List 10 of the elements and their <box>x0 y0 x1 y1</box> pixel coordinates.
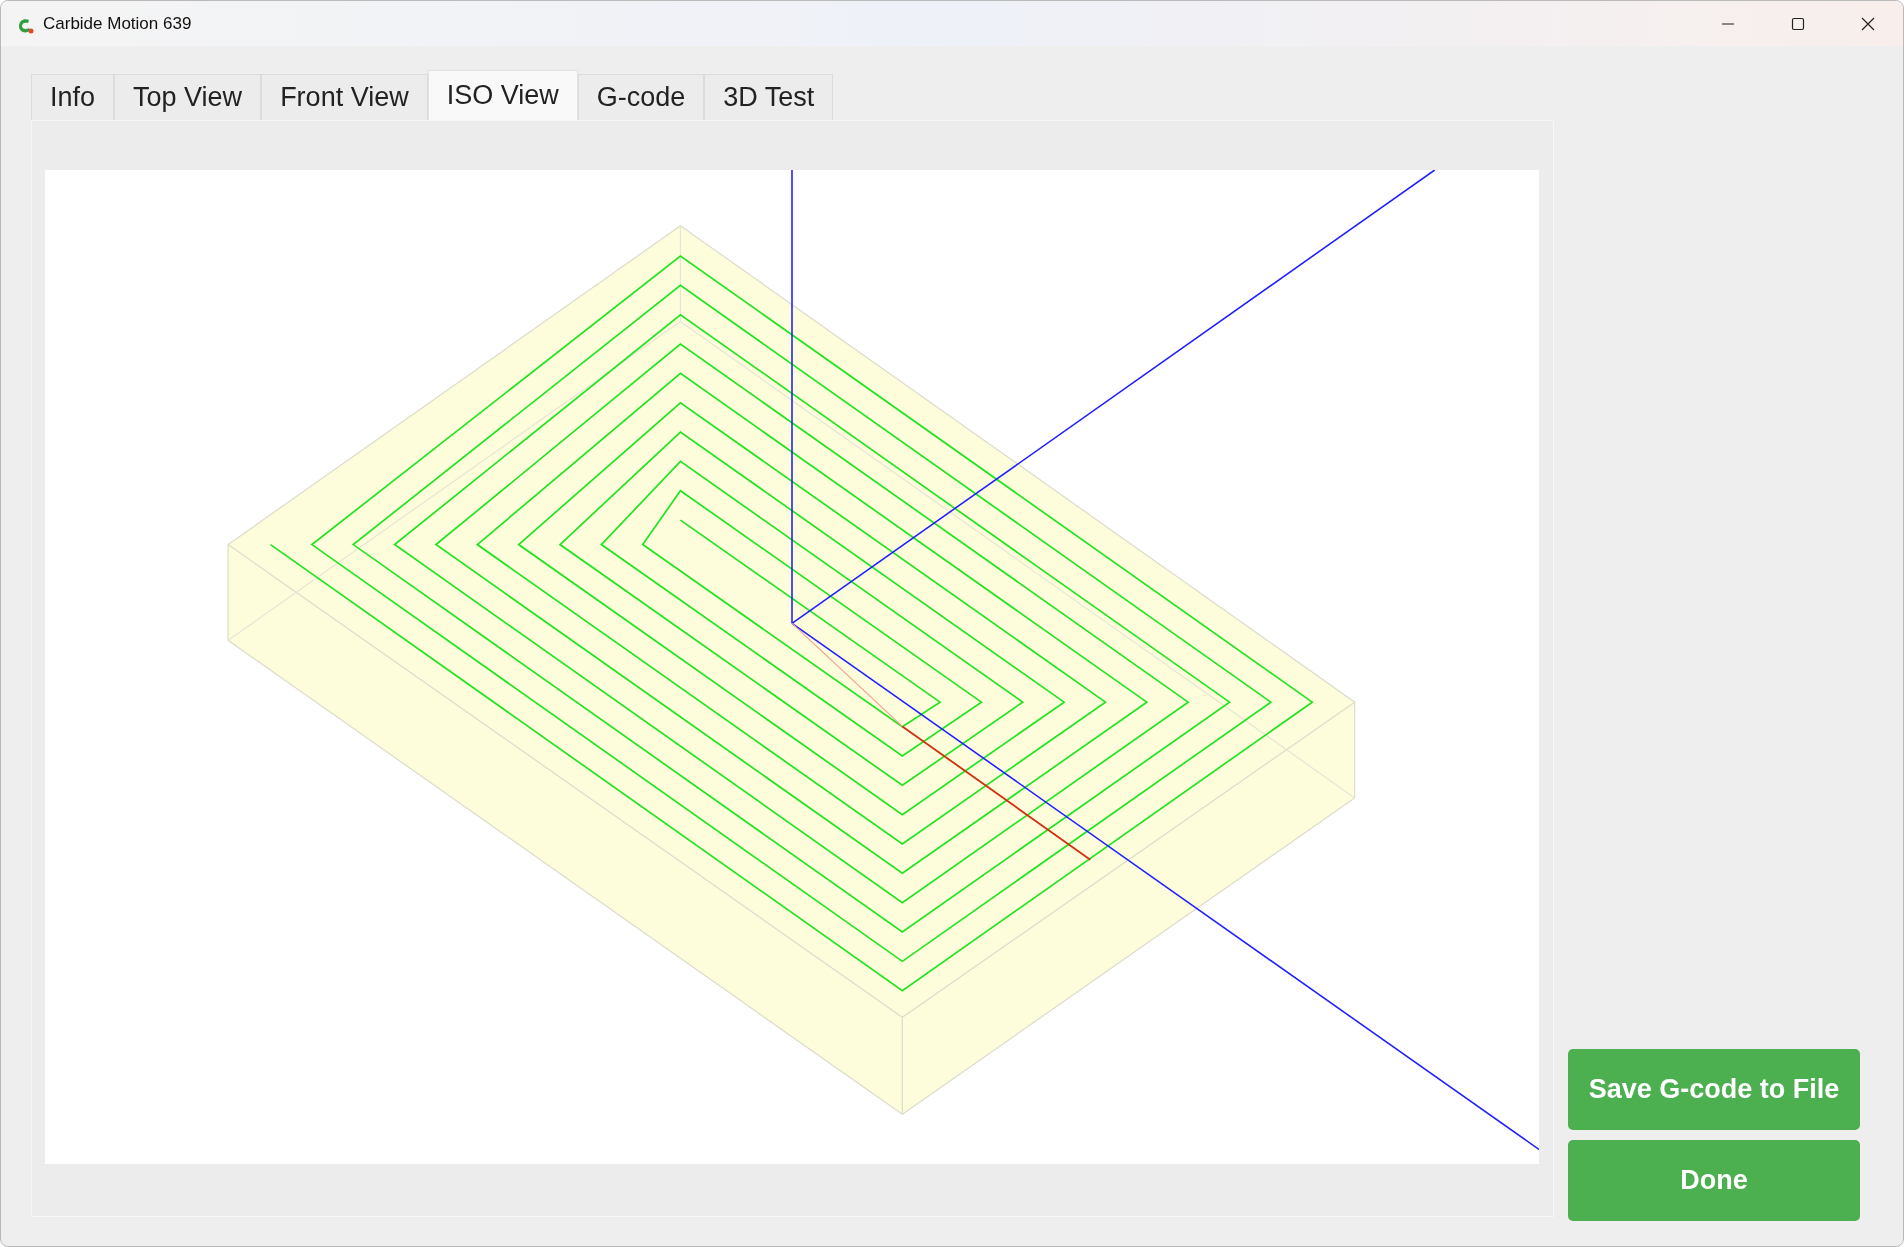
tab[interactable]: ISO View <box>427 70 578 120</box>
maximize-icon <box>1791 16 1805 31</box>
tab[interactable]: Info <box>31 74 115 120</box>
tab[interactable]: Top View <box>114 74 262 120</box>
minimize-icon <box>1721 22 1735 25</box>
close-icon <box>1861 16 1875 31</box>
tab[interactable]: Front View <box>261 74 428 120</box>
tab[interactable]: G-code <box>577 74 705 120</box>
tab[interactable]: 3D Test <box>704 74 834 120</box>
window-title: Carbide Motion 639 <box>43 13 192 34</box>
